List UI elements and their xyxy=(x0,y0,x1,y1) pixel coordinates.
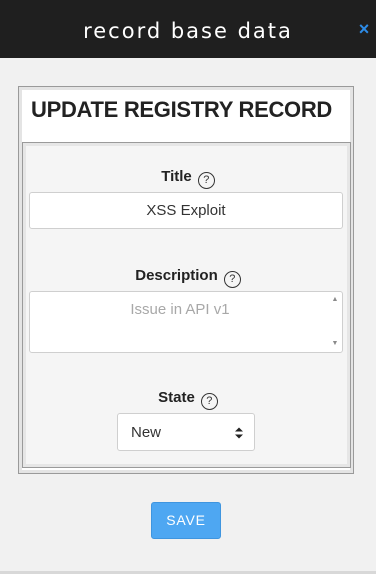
sort-arrows-icon xyxy=(235,427,243,439)
title-input[interactable] xyxy=(29,192,343,229)
title-field-label: Title? xyxy=(0,168,376,189)
state-select[interactable]: New xyxy=(117,413,255,451)
help-icon[interactable]: ? xyxy=(223,271,241,288)
title-label-text: Title xyxy=(161,168,192,185)
dialog-title: record base data xyxy=(83,19,293,43)
panel-heading: UPDATE REGISTRY RECORD xyxy=(31,97,333,122)
description-field-label: Description? xyxy=(0,267,376,288)
state-label-text: State xyxy=(158,389,195,406)
help-icon[interactable]: ? xyxy=(200,393,218,410)
state-select-value: New xyxy=(131,424,162,441)
save-button[interactable]: SAVE xyxy=(151,502,221,539)
description-label-text: Description xyxy=(135,267,218,284)
description-textarea-wrapper: ▲ ▼ xyxy=(29,291,343,353)
help-icon[interactable]: ? xyxy=(197,172,215,189)
scroll-down-arrow-icon[interactable]: ▼ xyxy=(331,340,339,348)
dialog-header: record base data × xyxy=(0,0,376,58)
description-textarea[interactable] xyxy=(30,292,330,352)
state-field-label: State? xyxy=(0,389,376,410)
scroll-up-arrow-icon[interactable]: ▲ xyxy=(331,296,339,304)
close-icon[interactable]: × xyxy=(356,20,372,38)
